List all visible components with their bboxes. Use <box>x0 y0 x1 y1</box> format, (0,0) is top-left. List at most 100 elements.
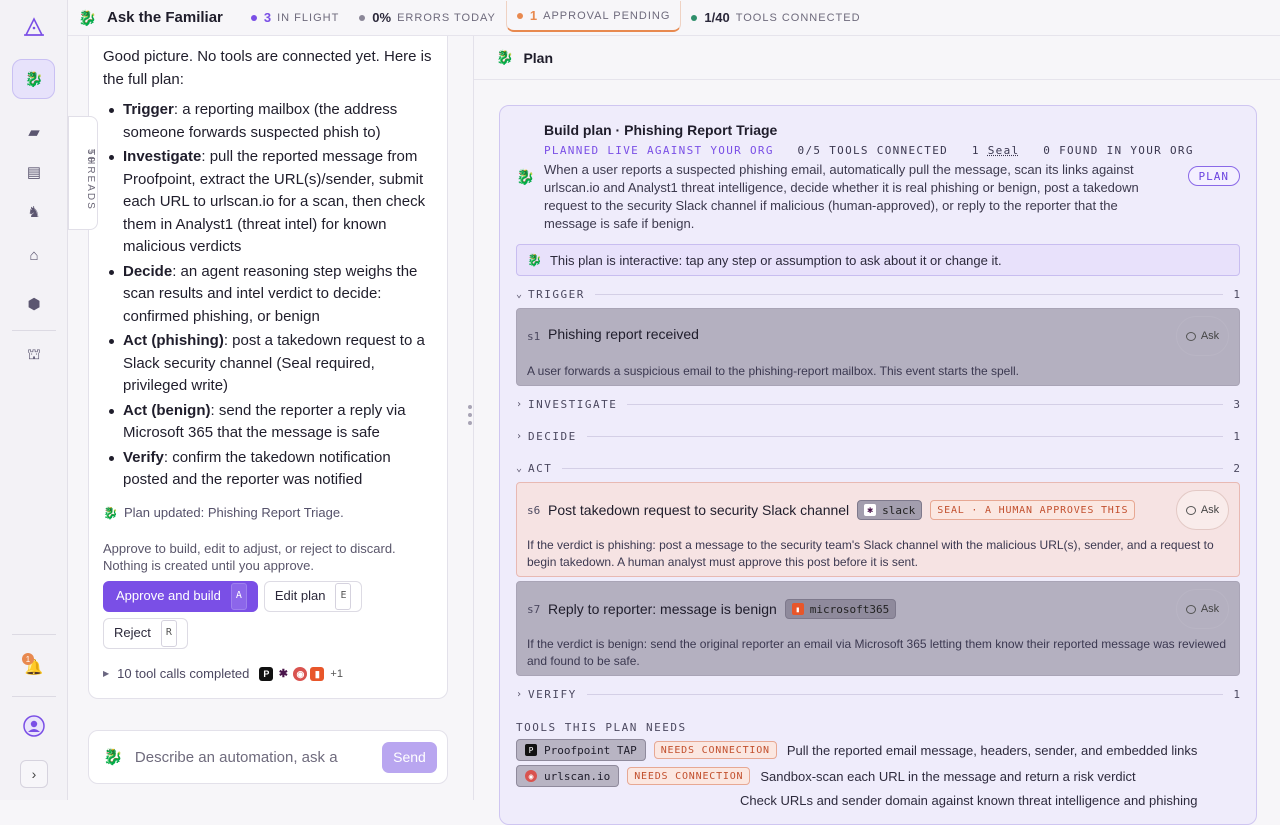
microsoft365-icon: ▮ <box>310 667 325 682</box>
tool-requirement-row[interactable]: Check URLs and sender domain against kno… <box>740 793 1197 808</box>
gem-icon[interactable]: ⬢ <box>22 292 46 316</box>
plan-bullet-list: Trigger: a reporting mailbox (the addres… <box>109 99 433 492</box>
step-title: Phishing report received <box>548 326 699 342</box>
composer-input[interactable]: Describe an automation, ask a <box>135 749 382 766</box>
plan-badge: PLAN <box>1187 166 1240 186</box>
list-item: Trigger: a reporting mailbox (the addres… <box>109 99 433 144</box>
more-tools-count: +1 <box>330 668 343 680</box>
ask-button[interactable]: Ask <box>1176 589 1229 629</box>
chevron-right-icon: › <box>516 688 524 700</box>
tool-requirement-row[interactable]: P Proofpoint TAP NEEDS CONNECTION Pull t… <box>516 739 1197 761</box>
tool-chip-microsoft365: ▮ microsoft365 <box>784 599 897 619</box>
message-composer[interactable]: 🐉 Describe an automation, ask a Send <box>88 730 448 784</box>
chevron-right-icon: › <box>516 398 524 410</box>
bullet-text: : confirm the takedown notification post… <box>123 448 391 489</box>
send-button[interactable]: Send <box>382 741 437 773</box>
rail-divider <box>12 634 56 635</box>
section-label: VERIFY <box>528 687 577 701</box>
section-act[interactable]: ⌄ ACT 2 <box>516 460 1240 476</box>
reject-button[interactable]: Reject R <box>103 618 188 649</box>
stat-tools-connected[interactable]: 1/40 TOOLS CONNECTED <box>681 0 870 36</box>
list-item: Decide: an agent reasoning step weighs t… <box>109 261 433 329</box>
bullet-term: Act (phishing) <box>123 332 224 349</box>
bullet-term: Investigate <box>123 148 202 165</box>
section-decide[interactable]: › DECIDE 1 <box>516 428 1240 444</box>
step-s6[interactable]: s6 Post takedown request to security Sla… <box>516 482 1240 577</box>
plan-header: 🐉 Plan <box>474 36 1280 80</box>
stat-label: ERRORS TODAY <box>397 11 496 24</box>
stat-value: 0% <box>372 10 392 25</box>
step-id: s6 <box>527 504 541 517</box>
tool-purpose: Pull the reported email message, headers… <box>786 742 1198 758</box>
stat-label: IN FLIGHT <box>277 11 340 24</box>
approval-note: Approve to build, edit to adjust, or rej… <box>103 541 396 573</box>
tool-chip-proofpoint: P Proofpoint TAP <box>516 739 646 761</box>
tool-requirement-row[interactable]: ◉ urlscan.io NEEDS CONNECTION Sandbox-sc… <box>516 765 1136 787</box>
user-avatar-icon[interactable] <box>22 714 46 738</box>
chat-bubble-icon <box>1185 505 1196 515</box>
creature-icon[interactable]: ♞ <box>22 200 46 224</box>
ask-button[interactable]: Ask <box>1176 490 1229 530</box>
panel-resize-handle[interactable] <box>468 405 472 431</box>
icon-rail: 🐉 ▰ ▤ ♞ ⌂ ⬢ ⛫ 🔔 1 › <box>0 0 68 800</box>
tool-chip-urlscan: ◉ urlscan.io <box>516 765 620 787</box>
wizard-hat-logo-icon[interactable] <box>22 16 46 40</box>
threads-tab[interactable]: THREADS 50 <box>68 116 98 230</box>
status-dot <box>359 14 366 21</box>
easel-icon[interactable]: ⛫ <box>22 343 46 367</box>
status-dot <box>691 14 698 21</box>
seal-link[interactable]: Seal <box>988 144 1020 157</box>
edit-plan-button[interactable]: Edit plan E <box>263 581 363 612</box>
urlscan-icon: ◉ <box>525 770 537 782</box>
step-s7[interactable]: s7 Reply to reporter: message is benign … <box>516 581 1240 676</box>
needs-connection-badge: NEEDS CONNECTION <box>653 741 777 759</box>
approval-actions: Approve and build A Edit plan E Reject R <box>103 581 403 649</box>
section-trigger[interactable]: ⌄ TRIGGER 1 <box>516 286 1240 302</box>
step-title-row: Reply to reporter: message is benign ▮ m… <box>548 599 897 619</box>
cards-icon[interactable]: ▰ <box>22 120 46 144</box>
bell-icon[interactable]: 🔔 1 <box>22 653 46 679</box>
stat-value: 3 <box>263 10 272 25</box>
expand-rail-button[interactable]: › <box>20 760 48 788</box>
section-label: DECIDE <box>528 429 577 443</box>
top-bar: 🐉 Ask the Familiar 3 IN FLIGHT 0% ERRORS… <box>68 0 1280 36</box>
chat-panel: Good picture. No tools are connected yet… <box>88 36 448 699</box>
bullet-term: Act (benign) <box>123 401 211 419</box>
tools-needed-heading: TOOLS THIS PLAN NEEDS <box>516 721 687 734</box>
section-verify[interactable]: › VERIFY 1 <box>516 686 1240 702</box>
chat-bubble-icon <box>1185 604 1196 614</box>
stat-approval-pending[interactable]: 1 APPROVAL PENDING <box>505 1 682 32</box>
tool-purpose: Check URLs and sender domain against kno… <box>740 793 1198 808</box>
slack-icon: ✱ <box>864 504 877 516</box>
familiar-icon[interactable]: 🐉 <box>22 67 46 91</box>
status-dot <box>250 14 257 21</box>
map-icon[interactable]: ▤ <box>22 160 46 184</box>
tool-calls-summary[interactable]: ▶ 10 tool calls completed P ✱ ◉ ▮ +1 <box>103 663 433 686</box>
shop-icon[interactable]: ⌂ <box>22 243 46 267</box>
chevron-down-icon: ⌄ <box>516 288 524 300</box>
stat-value: 1 <box>529 8 538 23</box>
build-plan-description: When a user reports a suspected phishing… <box>544 162 1139 231</box>
step-description: A user forwards a suspicious email to th… <box>527 364 1020 378</box>
section-investigate[interactable]: › INVESTIGATE 3 <box>516 396 1240 412</box>
stat-label: TOOLS CONNECTED <box>735 11 861 24</box>
stat-in-flight[interactable]: 3 IN FLIGHT <box>241 0 349 36</box>
urlscan-icon: ◉ <box>293 667 308 682</box>
section-count: 1 <box>1233 429 1240 443</box>
tool-name: microsoft365 <box>809 602 890 616</box>
stat-label: APPROVAL PENDING <box>543 9 671 22</box>
plan-updated-text: Plan updated: Phishing Report Triage. <box>124 504 344 520</box>
ask-button[interactable]: Ask <box>1176 316 1229 356</box>
plan-tools-count: 0/5 TOOLS CONNECTED <box>797 144 949 157</box>
tool-name: urlscan.io <box>544 769 611 783</box>
stat-value: 1/40 <box>704 10 730 25</box>
ask-label: Ask <box>1200 603 1220 615</box>
tool-calls-text: 10 tool calls completed <box>117 666 250 681</box>
chevron-down-icon: ⌄ <box>516 462 524 474</box>
approve-build-button[interactable]: Approve and build A <box>103 581 258 612</box>
familiar-icon: 🐉 <box>103 505 118 520</box>
notification-badge: 1 <box>22 653 34 665</box>
step-s1[interactable]: s1 Phishing report received Ask A user f… <box>516 308 1240 386</box>
stat-errors[interactable]: 0% ERRORS TODAY <box>349 0 506 36</box>
app-title: Ask the Familiar <box>107 9 223 26</box>
